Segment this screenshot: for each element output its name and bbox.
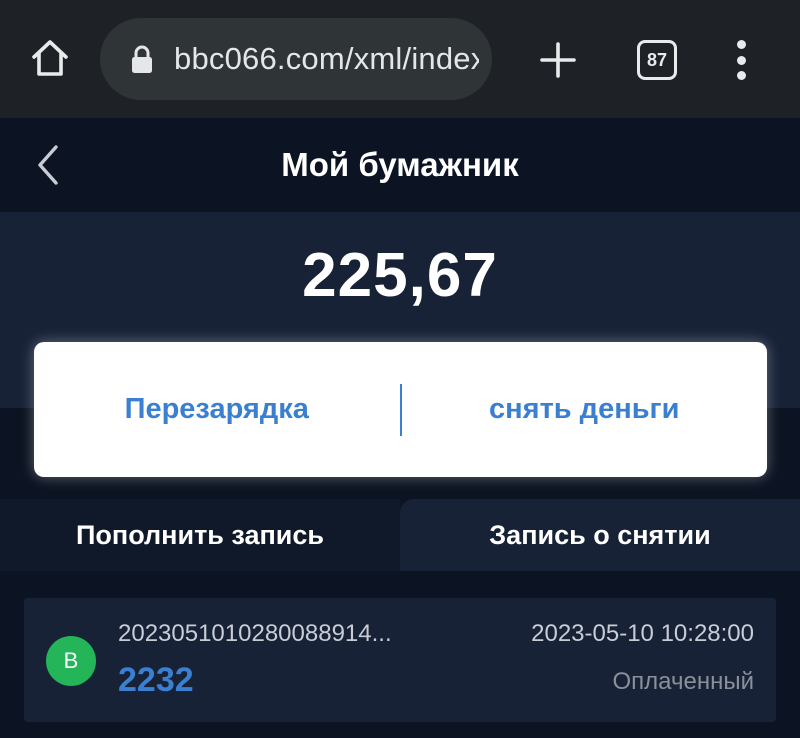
- more-menu-icon[interactable]: [724, 38, 758, 82]
- record-type-badge: B: [46, 636, 96, 686]
- address-bar[interactable]: bbc066.com/xml/index: [100, 18, 492, 100]
- page-title: Мой бумажник: [281, 146, 519, 183]
- recharge-button[interactable]: Перезарядка: [34, 393, 400, 426]
- new-tab-icon[interactable]: [534, 36, 582, 84]
- page-header: Мой бумажник: [0, 118, 800, 212]
- withdraw-button[interactable]: снять деньги: [402, 393, 768, 426]
- record-tabs: Пополнить запись Запись о снятии: [0, 499, 800, 571]
- tab-withdraw-records[interactable]: Запись о снятии: [400, 499, 800, 571]
- url-text[interactable]: bbc066.com/xml/index: [174, 41, 479, 77]
- tab-switcher-button[interactable]: 87: [637, 40, 677, 80]
- home-icon[interactable]: [26, 34, 74, 82]
- record-timestamp: 2023-05-10 10:28:00: [531, 620, 754, 647]
- wallet-actions-card: Перезарядка снять деньги: [34, 342, 767, 477]
- tab-deposit-records[interactable]: Пополнить запись: [0, 499, 400, 571]
- wallet-balance: 225,67: [302, 241, 498, 310]
- record-id: 2023051010280088914...: [118, 620, 392, 647]
- back-arrow-icon[interactable]: [28, 140, 68, 190]
- lock-icon: [128, 43, 156, 75]
- list-item[interactable]: B 2023051010280088914... 2023-05-10 10:2…: [24, 598, 776, 722]
- home-icon-svg: [32, 40, 68, 76]
- record-status: Оплаченный: [612, 668, 754, 695]
- record-amount: 2232: [118, 661, 194, 699]
- browser-toolbar: bbc066.com/xml/index 87: [0, 0, 800, 118]
